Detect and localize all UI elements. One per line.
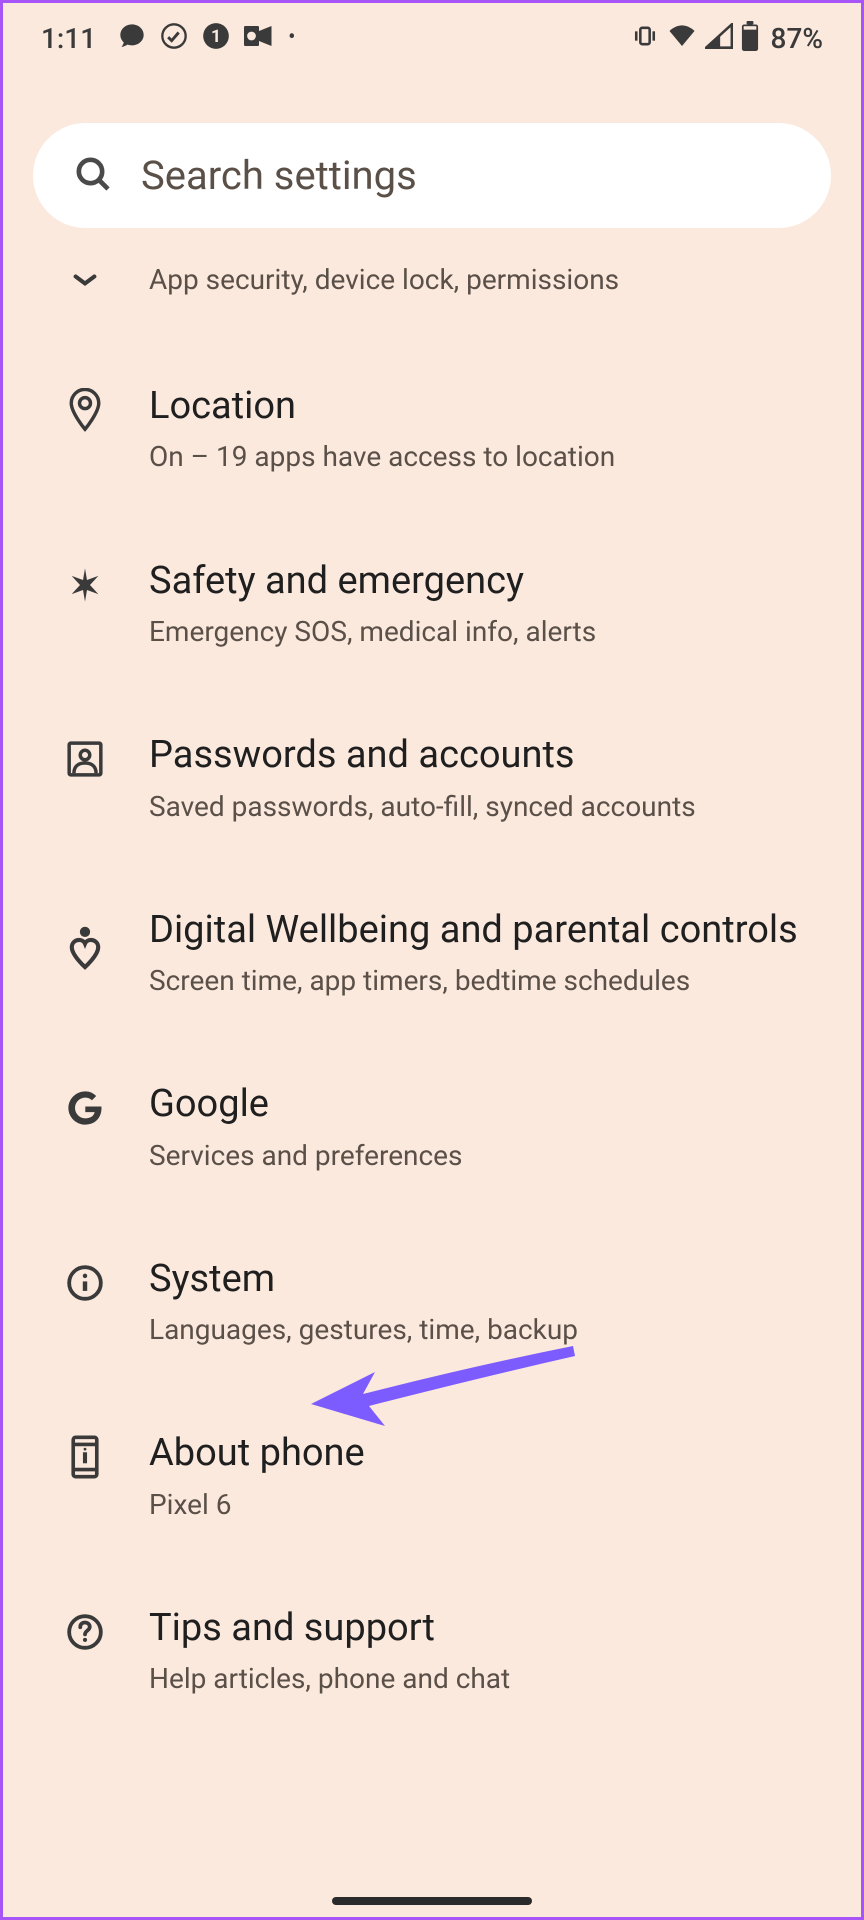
- settings-item-location[interactable]: Location On – 19 apps have access to loc…: [13, 342, 851, 517]
- help-icon: [63, 1610, 107, 1654]
- settings-item-passwords[interactable]: Passwords and accounts Saved passwords, …: [13, 691, 851, 866]
- settings-list: App security, device lock, permissions L…: [3, 238, 861, 1739]
- wifi-icon: [667, 23, 697, 53]
- cloud-check-icon: [160, 22, 188, 54]
- wellbeing-icon: [63, 926, 107, 970]
- item-content: Location On – 19 apps have access to loc…: [149, 382, 831, 477]
- item-subtitle: Screen time, app timers, bedtime schedul…: [149, 961, 831, 1000]
- item-subtitle: Saved passwords, auto-fill, synced accou…: [149, 787, 831, 826]
- item-title: Google: [149, 1080, 831, 1129]
- search-icon: [73, 154, 113, 198]
- item-content: Google Services and preferences: [149, 1080, 831, 1175]
- item-subtitle: Pixel 6: [149, 1485, 831, 1524]
- status-time: 1:11: [41, 22, 96, 55]
- item-content: App security, device lock, permissions: [149, 260, 831, 299]
- settings-item-support[interactable]: Tips and support Help articles, phone an…: [13, 1564, 851, 1739]
- item-content: Safety and emergency Emergency SOS, medi…: [149, 557, 831, 652]
- status-left: 1:11 1 •: [41, 22, 296, 55]
- info-icon: [63, 1261, 107, 1305]
- item-title: Safety and emergency: [149, 557, 831, 606]
- status-right: 87%: [631, 21, 823, 55]
- dot-icon: •: [288, 27, 295, 49]
- item-content: About phone Pixel 6: [149, 1429, 831, 1524]
- search-bar[interactable]: Search settings: [33, 123, 831, 228]
- item-content: Digital Wellbeing and parental controls …: [149, 906, 831, 1001]
- status-bar: 1:11 1 • 87%: [3, 3, 861, 73]
- item-subtitle: Languages, gestures, time, backup: [149, 1310, 831, 1349]
- item-content: Passwords and accounts Saved passwords, …: [149, 731, 831, 826]
- location-icon: [63, 388, 107, 432]
- settings-item-security[interactable]: App security, device lock, permissions: [13, 238, 851, 342]
- settings-item-safety[interactable]: Safety and emergency Emergency SOS, medi…: [13, 517, 851, 692]
- signal-icon: [705, 23, 733, 53]
- item-title: Tips and support: [149, 1604, 831, 1653]
- account-box-icon: [63, 737, 107, 781]
- item-title: System: [149, 1255, 831, 1304]
- search-container: Search settings: [3, 73, 861, 238]
- item-title: About phone: [149, 1429, 831, 1478]
- battery-percent: 87%: [771, 22, 823, 55]
- item-content: Tips and support Help articles, phone an…: [149, 1604, 831, 1699]
- item-subtitle: App security, device lock, permissions: [149, 260, 831, 299]
- svg-text:1: 1: [211, 27, 221, 47]
- search-placeholder: Search settings: [141, 152, 417, 199]
- battery-icon: [741, 21, 759, 55]
- settings-item-wellbeing[interactable]: Digital Wellbeing and parental controls …: [13, 866, 851, 1041]
- asterisk-icon: [63, 563, 107, 607]
- settings-item-about[interactable]: About phone Pixel 6: [13, 1389, 851, 1564]
- google-icon: [63, 1086, 107, 1130]
- item-title: Passwords and accounts: [149, 731, 831, 780]
- vibrate-icon: [631, 22, 659, 54]
- navigation-hint-bar[interactable]: [332, 1897, 532, 1905]
- item-subtitle: Help articles, phone and chat: [149, 1659, 831, 1698]
- settings-item-google[interactable]: Google Services and preferences: [13, 1040, 851, 1215]
- phone-info-icon: [63, 1435, 107, 1479]
- item-title: Digital Wellbeing and parental controls: [149, 906, 831, 955]
- item-content: System Languages, gestures, time, backup: [149, 1255, 831, 1350]
- notification-badge-icon: 1: [202, 22, 230, 54]
- chevron-down-icon: [63, 258, 107, 302]
- outlook-icon: [244, 23, 274, 53]
- item-subtitle: Services and preferences: [149, 1136, 831, 1175]
- item-subtitle: Emergency SOS, medical info, alerts: [149, 612, 831, 651]
- item-title: Location: [149, 382, 831, 431]
- settings-item-system[interactable]: System Languages, gestures, time, backup: [13, 1215, 851, 1390]
- item-subtitle: On – 19 apps have access to location: [149, 437, 831, 476]
- chat-icon: [118, 22, 146, 54]
